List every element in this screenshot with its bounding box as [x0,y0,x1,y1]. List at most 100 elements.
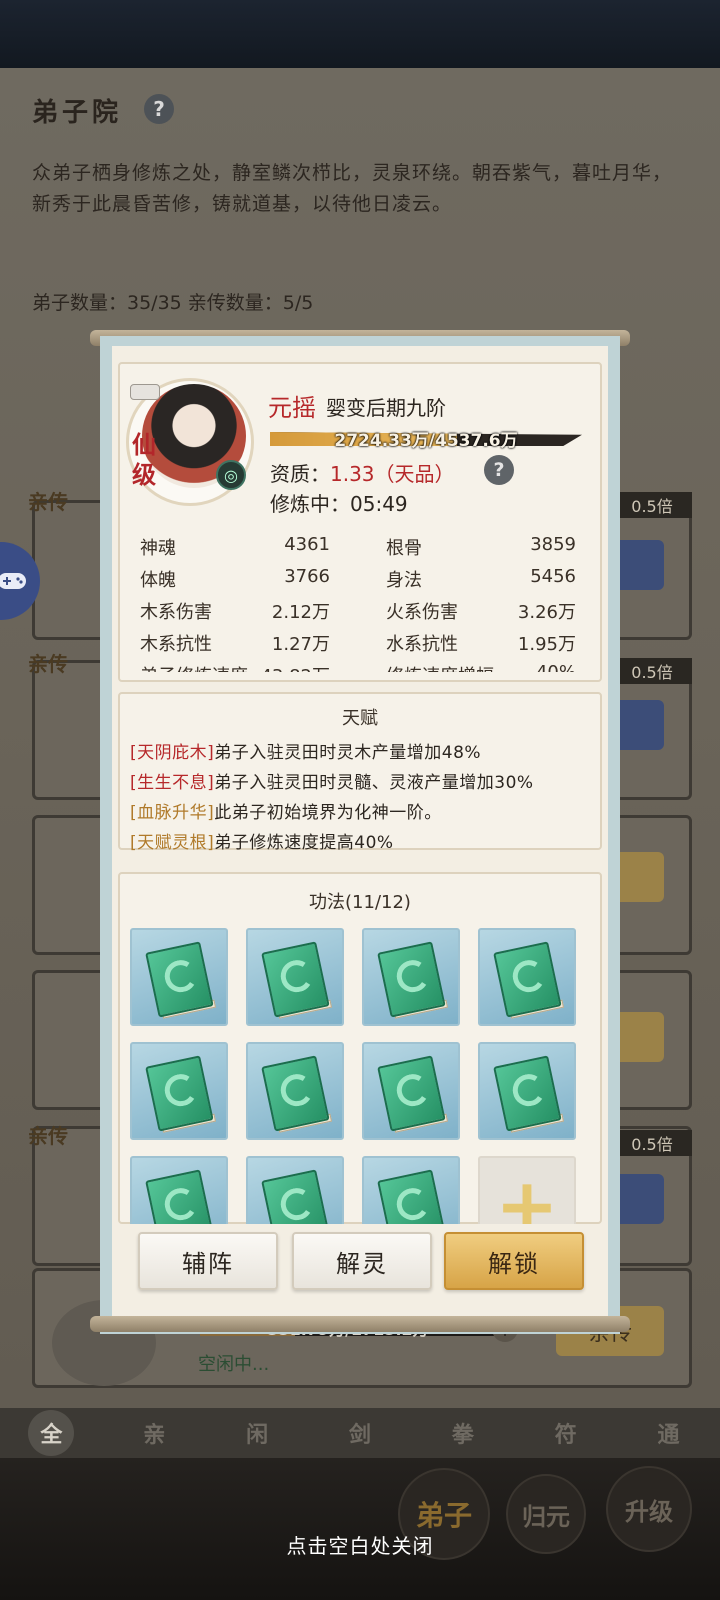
talent-desc: 此弟子初始境界为化神一阶。 [214,803,442,823]
unlock-button[interactable]: 解锁 [444,1232,584,1290]
technique-slot[interactable] [130,928,228,1026]
stat-label: 火系伤害 [386,602,458,623]
green-book-icon [145,941,219,1024]
filter-tab-general[interactable]: 通 [645,1410,691,1456]
card-tag: 亲传 [28,490,68,514]
status-text: 空闲中... [198,1354,270,1375]
filter-tab-idle[interactable]: 闲 [234,1410,280,1456]
green-book-icon [261,1169,335,1224]
technique-title: 功法(11/12) [309,892,411,913]
talent-name: [生生不息] [130,773,215,793]
talent-name: [血脉升华] [130,803,215,823]
technique-slot[interactable] [246,1156,344,1224]
filter-tab-sword[interactable]: 剑 [337,1410,383,1456]
technique-slot[interactable] [362,1042,460,1140]
stat-label: 木系抗性 [140,634,212,655]
stat-row: 火系伤害 3.26万 [386,594,576,626]
green-book-icon [377,1169,451,1224]
green-book-icon [261,941,335,1024]
release-button[interactable]: 解灵 [292,1232,432,1290]
technique-slot[interactable] [246,928,344,1026]
card-multiplier: 0.5倍 [612,492,692,518]
spirit-root-icon: ◎ [216,460,246,490]
stat-row: 身法 5456 [386,562,576,594]
green-book-icon [145,1055,219,1138]
technique-grid[interactable]: + [130,928,590,1224]
green-book-icon [145,1169,219,1224]
technique-slot[interactable] [362,928,460,1026]
technique-slot[interactable] [478,1042,576,1140]
talent-desc: 弟子修炼速度提高40% [214,833,394,853]
stat-row: 弟子修炼速度 43.82万 [140,658,330,672]
plus-icon: + [495,1160,559,1225]
filter-tab-inner[interactable]: 亲 [131,1410,177,1456]
stat-label: 身法 [386,570,422,591]
disciple-counts: 弟子数量：35/35 亲传数量：5/5 [32,292,314,314]
filter-tab-talisman[interactable]: 符 [543,1410,589,1456]
technique-slot[interactable] [246,1042,344,1140]
filter-tab-fist[interactable]: 拳 [440,1410,486,1456]
stat-value: 2.12万 [271,602,330,623]
aptitude-label: 资质： [270,462,330,486]
card-tag: 亲传 [28,1124,68,1148]
stat-row: 根骨 3859 [386,530,576,562]
technique-slot[interactable] [130,1156,228,1224]
green-book-icon [261,1055,335,1138]
talent-name: [天赋灵根] [130,833,215,853]
stats-list[interactable]: 神魂 4361 根骨 3859 体魄 3766 身法 5456 木系伤害 2.12万 火系… [140,530,580,672]
talent-item: [生生不息]弟子入驻灵田时灵髓、灵液产量增加30% [130,768,534,793]
talent-item: [天阴庇木]弟子入驻灵田时灵木产量增加48% [130,738,481,763]
stat-value: 3766 [284,566,330,587]
stat-label: 神魂 [140,538,176,559]
stat-value: 1.27万 [271,634,330,655]
grade-seal: 仙级 [132,430,156,489]
talent-item: [天赋灵根]弟子修炼速度提高40% [130,828,394,853]
disciple-name: 元摇 [268,394,316,422]
page-description: 众弟子栖身修炼之处，静室鳞次栉比，灵泉环绕。朝吞紫气，暮吐月华，新秀于此晨昏苦修… [32,162,673,215]
aptitude-value: 1.33（天品） [330,462,455,486]
page-title: 弟子院 [32,98,123,128]
stat-row: 修炼速度增幅 40% [386,658,576,672]
stat-row: 体魄 3766 [140,562,330,594]
top-bar [0,0,720,68]
green-book-icon [377,941,451,1024]
status-label: 修炼中： [270,492,350,516]
stat-value: 3859 [530,534,576,555]
stat-label: 木系伤害 [140,602,212,623]
card-multiplier: 0.5倍 [612,1130,692,1156]
close-hint[interactable]: 点击空白处关闭 [0,1530,720,1559]
aptitude-help-icon[interactable]: ? [484,455,514,485]
technique-slot[interactable] [362,1156,460,1224]
stat-row: 木系抗性 1.27万 [140,626,330,658]
stat-value: 40% [536,662,576,672]
filter-bar: 全 亲 闲 剑 拳 符 通 [0,1408,720,1458]
technique-slot[interactable] [130,1042,228,1140]
stat-value: 5456 [530,566,576,587]
green-book-icon [493,941,567,1024]
help-icon[interactable]: ? [144,94,174,124]
stat-value: 43.82万 [260,662,330,672]
talent-desc: 弟子入驻灵田时灵木产量增加48% [214,743,482,763]
scroll-rod-bottom [90,1316,630,1332]
card-tag: 亲传 [28,652,68,676]
tag-icon [130,384,160,400]
stat-value: 1.95万 [517,634,576,655]
talent-desc: 弟子入驻灵田时灵髓、灵液产量增加30% [214,773,534,793]
stat-label: 弟子修炼速度 [140,662,248,672]
talent-name: [天阴庇木] [130,743,215,763]
card-multiplier: 0.5倍 [612,658,692,684]
talent-title: 天赋 [342,708,378,729]
stat-value: 4361 [284,534,330,555]
stat-value: 3.26万 [517,602,576,623]
status-line: 修炼中：05:49 [270,488,408,517]
formation-button[interactable]: 辅阵 [138,1232,278,1290]
technique-slot[interactable] [478,928,576,1026]
add-technique-slot[interactable]: + [478,1156,576,1224]
stat-label: 体魄 [140,570,176,591]
green-book-icon [377,1055,451,1138]
aptitude-line: 资质：1.33（天品） [270,458,455,487]
filter-tab-all[interactable]: 全 [28,1410,75,1456]
stat-row: 木系伤害 2.12万 [140,594,330,626]
status-time: 05:49 [350,492,408,516]
stat-label: 根骨 [386,538,422,559]
